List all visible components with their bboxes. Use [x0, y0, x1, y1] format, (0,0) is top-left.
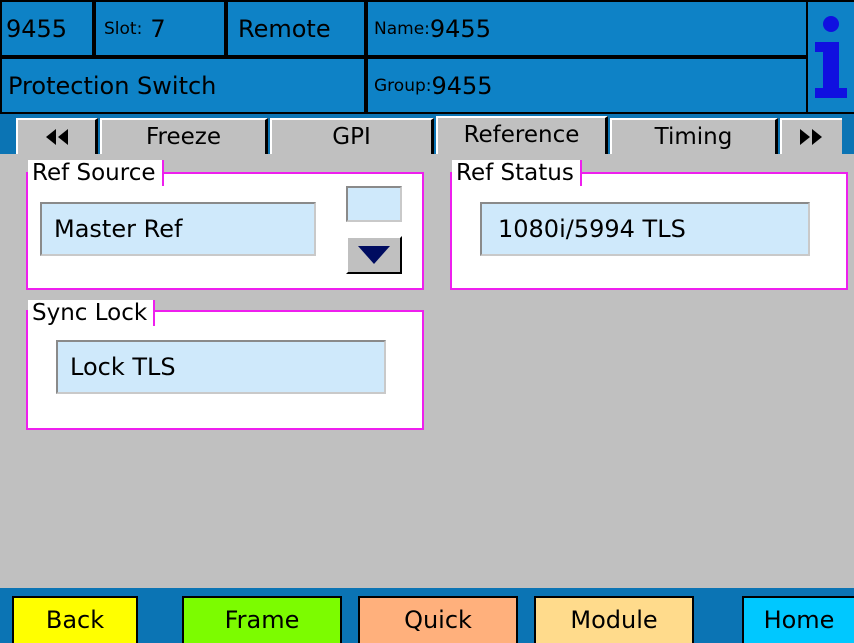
info-icon[interactable] — [806, 0, 854, 114]
name-label: Name: — [374, 18, 430, 39]
sync-lock-field[interactable]: Lock TLS — [56, 340, 386, 394]
slot-label: Slot: — [104, 18, 143, 39]
back-button[interactable]: Back — [12, 596, 138, 643]
ref-source-label: Ref Source — [28, 160, 164, 186]
mode-cell: Remote — [226, 0, 366, 57]
module-button[interactable]: Module — [534, 596, 694, 643]
tab-freeze[interactable]: Freeze — [100, 118, 268, 154]
name-cell: Name: 9455 — [366, 0, 808, 57]
header-bar: 9455 Slot: 7 Remote Name: 9455 Protectio… — [0, 0, 854, 114]
tab-reference[interactable]: Reference — [436, 116, 608, 154]
group-cell: Group: 9455 — [366, 57, 808, 114]
ref-source-dropdown-button[interactable] — [346, 236, 402, 274]
double-left-arrow-icon — [45, 129, 68, 145]
tab-reference-label: Reference — [463, 122, 580, 148]
title-cell: Protection Switch — [0, 57, 366, 114]
tab-gpi[interactable]: GPI — [270, 118, 434, 154]
ref-status-field: 1080i/5994 TLS — [480, 202, 810, 256]
group-value: 9455 — [431, 71, 493, 100]
ref-source-blank-button[interactable] — [346, 186, 402, 222]
double-right-arrow-icon — [800, 129, 822, 145]
device-id: 9455 — [0, 0, 94, 57]
device-id-text: 9455 — [6, 14, 68, 43]
tab-timing-label: Timing — [654, 124, 733, 150]
name-value: 9455 — [429, 14, 491, 43]
group-label: Group: — [374, 75, 432, 96]
slot-cell: Slot: 7 — [94, 0, 226, 57]
ref-status-label: Ref Status — [452, 160, 582, 186]
page-title: Protection Switch — [8, 71, 217, 100]
tab-bar: Freeze GPI Reference Timing — [0, 114, 854, 154]
ref-source-field[interactable]: Master Ref — [40, 202, 316, 256]
sync-lock-label: Sync Lock — [28, 300, 156, 326]
slot-value: 7 — [150, 14, 166, 43]
tab-next-button[interactable] — [780, 118, 842, 154]
home-button[interactable]: Home — [742, 596, 854, 643]
chevron-down-icon — [358, 246, 390, 264]
tab-freeze-label: Freeze — [145, 124, 222, 150]
frame-button[interactable]: Frame — [182, 596, 342, 643]
mode-text: Remote — [238, 14, 331, 43]
tab-timing[interactable]: Timing — [610, 118, 778, 154]
quick-button[interactable]: Quick — [358, 596, 518, 643]
tab-prev-button[interactable] — [16, 118, 98, 154]
tab-gpi-label: GPI — [332, 124, 371, 150]
